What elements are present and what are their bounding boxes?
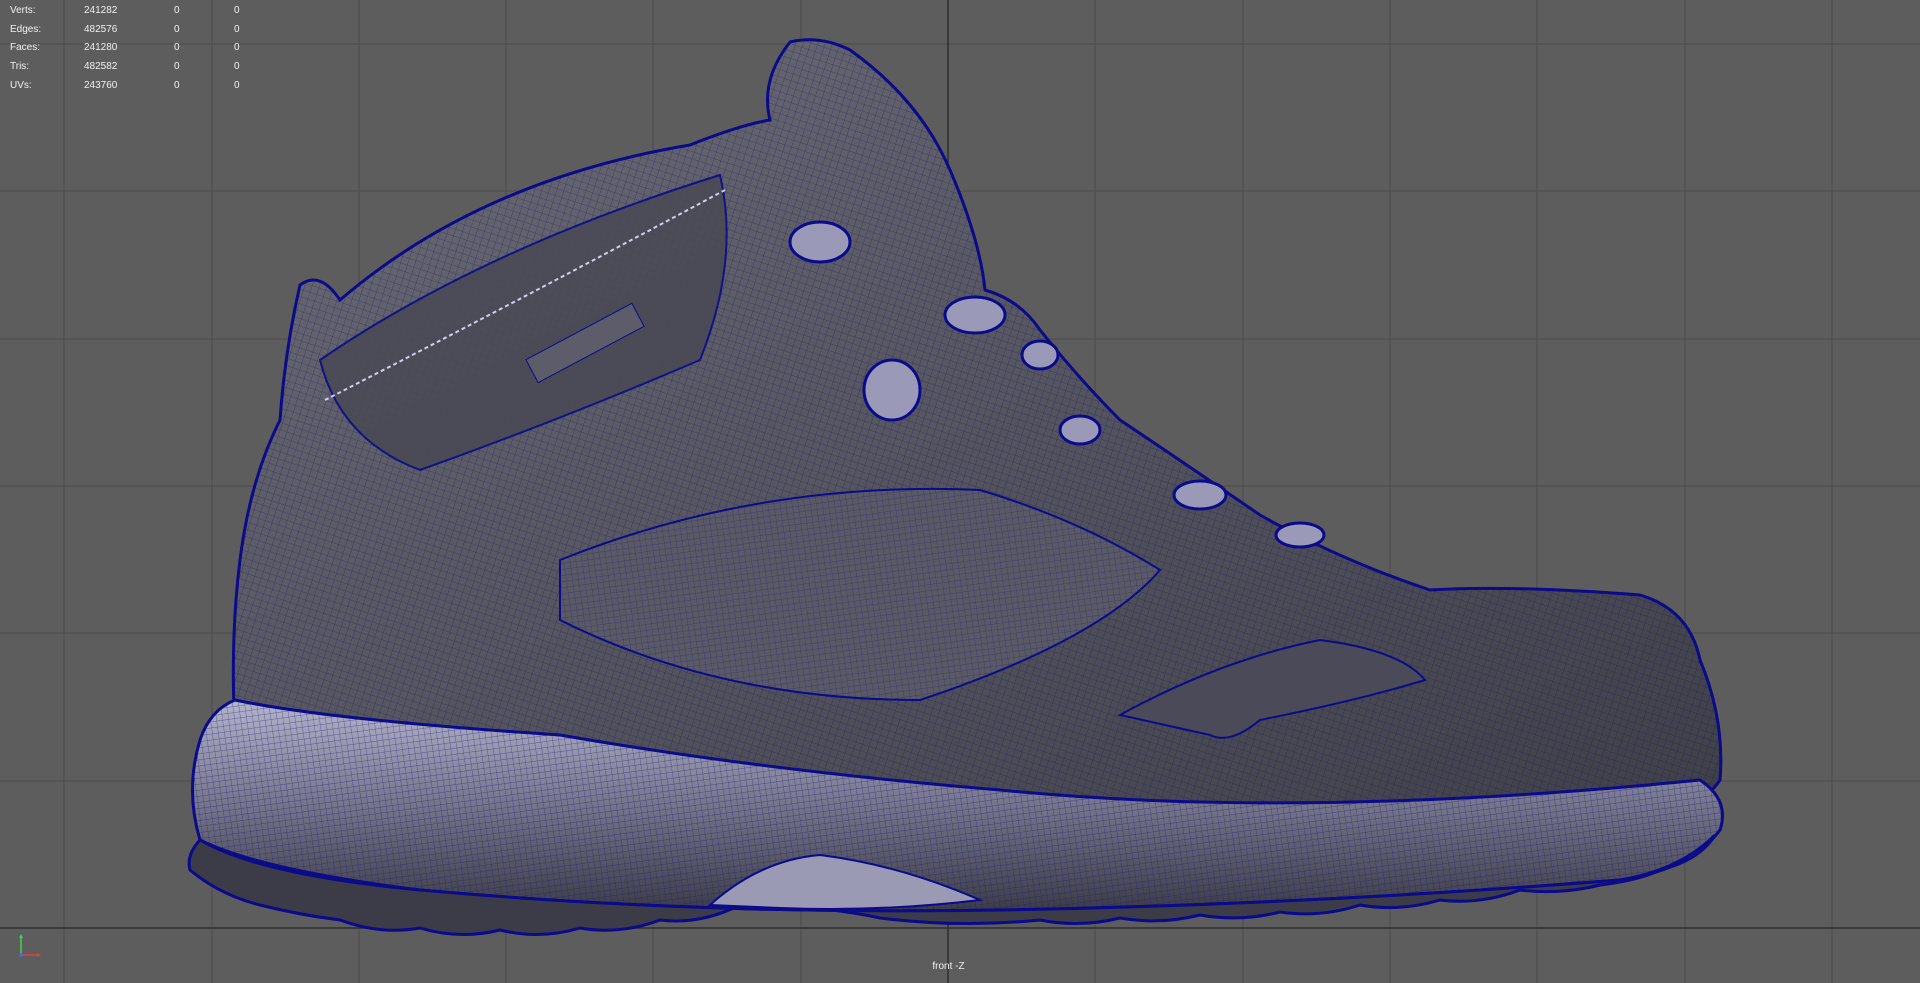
hud-label: Edges: — [10, 23, 42, 35]
hud-value: 241282 — [84, 5, 118, 16]
hud-row-tris: Tris: 482582 0 0 — [10, 58, 294, 77]
lace-hook — [862, 358, 922, 422]
hud-value: 0 — [174, 23, 180, 35]
hud-value: 482576 — [84, 23, 118, 35]
hud-row-uvs: UVs: 243760 0 0 — [10, 77, 294, 96]
hud-value: 482582 — [84, 61, 118, 73]
hud-label: UVs: — [10, 79, 32, 91]
hud-row-verts: Verts: 241282 0 0 — [10, 2, 294, 21]
hud-value: 0 — [234, 23, 240, 35]
hud-row-edges: Edges: 482576 0 0 — [10, 21, 294, 40]
camera-name-label: front -Z — [932, 961, 965, 972]
boot-mesh[interactable] — [0, 0, 1920, 983]
hud-value: 0 — [234, 42, 240, 54]
hud-value: 241280 — [84, 42, 118, 54]
hud-value: 0 — [234, 61, 240, 73]
hud-label: Verts: — [10, 5, 36, 16]
front-viewport[interactable]: Verts: 241282 0 0 Edges: 482576 0 0 Face… — [0, 0, 1920, 983]
eyelet-4 — [1172, 479, 1228, 511]
eyelet-3 — [1058, 414, 1102, 446]
hud-value: 243760 — [84, 79, 118, 91]
hud-label: Tris: — [10, 61, 30, 73]
eyelet-5 — [1274, 521, 1326, 549]
lace-hook-top — [788, 220, 852, 264]
eyelet-1 — [943, 295, 1007, 335]
view-axis-icon — [19, 934, 41, 957]
hud-label: Faces: — [10, 42, 41, 54]
hud-value: 0 — [174, 61, 180, 73]
hud-value: 0 — [174, 5, 180, 16]
poly-count-hud: Verts: 241282 0 0 Edges: 482576 0 0 Face… — [10, 2, 294, 95]
eyelet-2 — [1020, 339, 1060, 371]
hud-row-faces: Faces: 241280 0 0 — [10, 39, 294, 58]
hud-value: 0 — [174, 42, 180, 54]
hud-value: 0 — [174, 79, 180, 91]
hud-value: 0 — [234, 5, 240, 16]
hud-value: 0 — [234, 79, 240, 91]
